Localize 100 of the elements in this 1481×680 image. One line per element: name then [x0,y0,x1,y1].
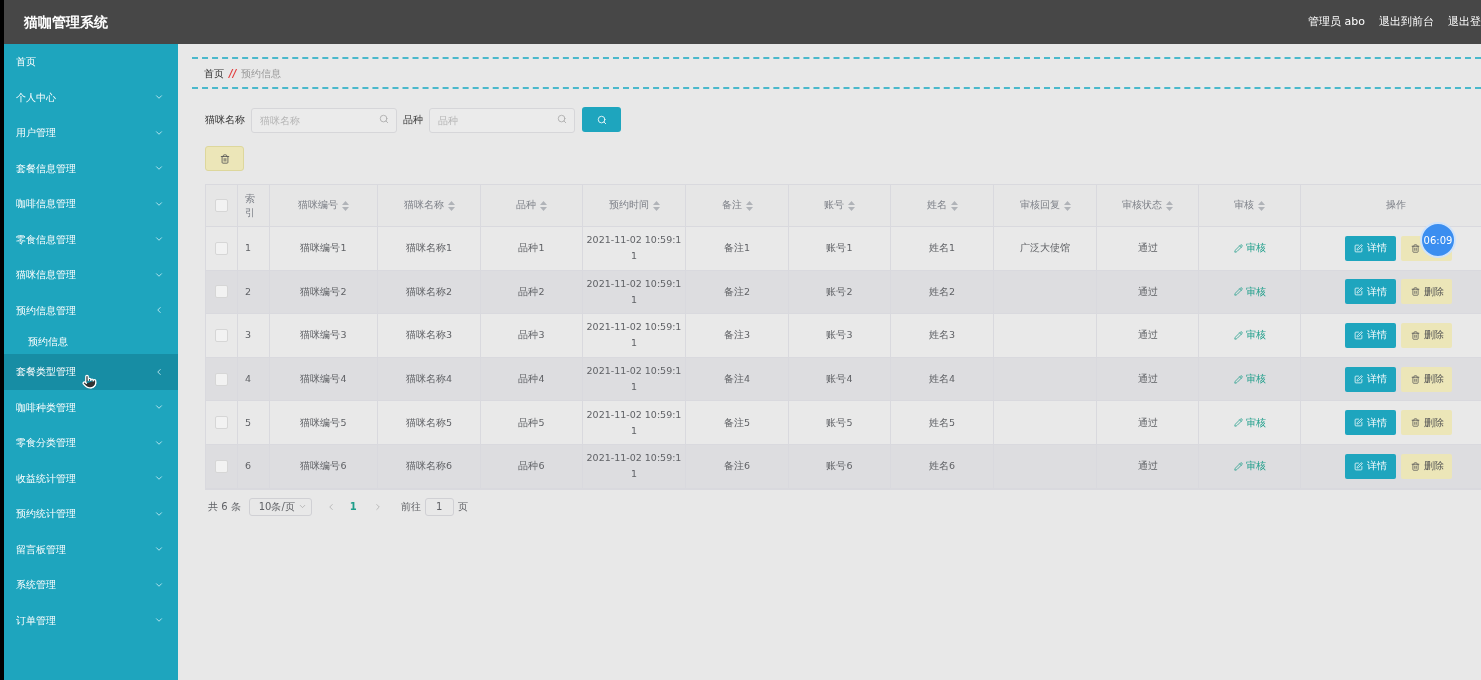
sort-icon[interactable] [745,200,753,211]
checkbox[interactable] [215,241,228,255]
table-cell-text: 3 [245,328,252,343]
pencil-icon [1233,418,1243,428]
sort-icon[interactable] [447,200,455,211]
table-cell-text: 5 [245,415,252,430]
sidebar-item[interactable]: 用户管理 [4,115,178,151]
column-header: 账号 [824,198,844,213]
sort-icon[interactable] [540,200,547,211]
checkbox[interactable] [215,416,228,430]
checkbox[interactable] [215,329,228,342]
app-title: 猫咖管理系统 [24,12,108,32]
detail-button[interactable]: 详情 [1345,366,1396,392]
sidebar-item[interactable]: 系统管理 [4,567,178,603]
table-cell-text: 2021-11-02 10:59:11 [586,276,682,307]
delete-button[interactable]: 删除 [1401,366,1452,392]
table-cell-text: 品种4 [518,372,545,387]
table-row[interactable]: 3 猫咪编号3 猫咪名称3 品种3 2021-11-02 10:59:11 备注3 账号3 姓名3 通过 审核 详情 删除 [206,314,1481,358]
header-link[interactable]: 退出到前台 [1379,13,1434,31]
table-cell-text: 品种1 [518,241,545,256]
sort-icon[interactable] [1258,200,1265,211]
checkbox[interactable] [215,372,228,386]
table-cell-text: 猫咪编号3 [300,328,347,343]
sidebar-item[interactable]: 留言板管理 [4,531,178,567]
table-cell-text: 姓名5 [928,415,955,430]
table-cell-text: 账号2 [826,284,853,299]
table-row[interactable]: 2 猫咪编号2 猫咪名称2 品种2 2021-11-02 10:59:11 备注2 账号2 姓名2 通过 审核 详情 删除 [206,270,1481,315]
page-input[interactable]: 1 [424,497,454,516]
detail-button[interactable]: 详情 [1345,235,1396,261]
table-cell-text: 备注1 [723,241,750,256]
column-header: 备注 [721,198,742,213]
checkbox[interactable] [215,459,228,473]
sort-icon[interactable] [1166,200,1173,211]
sort-icon[interactable] [1063,200,1071,211]
sidebar-item[interactable]: 零食分类管理 [4,425,178,461]
detail-button[interactable]: 详情 [1345,279,1396,305]
search-button[interactable] [582,107,621,132]
review-link[interactable]: 审核 [1233,459,1266,474]
table-cell-text: 2021-11-02 10:59:11 [586,407,682,438]
sidebar-subitem[interactable]: 预约信息 [4,328,178,354]
sidebar-item[interactable]: 套餐信息管理 [4,150,178,186]
table-cell-text: 姓名3 [928,328,955,343]
column-header: 审核回复 [1019,198,1060,213]
header-link[interactable]: 管理员 abo [1308,13,1365,31]
review-link[interactable]: 审核 [1233,241,1266,256]
review-link[interactable]: 审核 [1233,328,1266,343]
table-row[interactable]: 6 猫咪编号6 猫咪名称6 品种6 2021-11-02 10:59:11 备注6 账号6 姓名6 通过 审核 详情 删除 [206,444,1481,489]
sidebar-item[interactable]: 预约信息管理 [4,292,178,328]
sort-icon[interactable] [848,200,855,211]
table-cell-text: 品种6 [518,459,545,474]
page-size-select[interactable]: 10条/页 [248,497,312,516]
table-cell-text: 猫咪编号1 [300,241,347,256]
page-number[interactable]: 1 [349,499,357,515]
sidebar-item[interactable]: 猫咪信息管理 [4,257,178,293]
table-cell-text: 品种5 [518,415,545,430]
sidebar-item[interactable]: 咖啡信息管理 [4,186,178,222]
sort-icon[interactable] [950,200,958,211]
sort-icon[interactable] [342,200,349,211]
table-cell-text: 账号3 [826,328,853,343]
checkbox[interactable] [215,199,228,212]
field-label: 品种 [403,113,423,127]
sidebar-item[interactable]: 订单管理 [4,602,178,638]
detail-button[interactable]: 详情 [1345,453,1396,479]
review-link[interactable]: 审核 [1233,415,1266,430]
delete-button[interactable] [205,146,244,171]
breadcrumb-current: 预约信息 [241,66,282,81]
pencil-icon [1233,287,1243,297]
sidebar-item[interactable]: 套餐类型管理 [4,354,178,390]
sidebar-item[interactable]: 预约统计管理 [4,496,178,532]
table-cell-text: 2021-11-02 10:59:11 [586,451,682,482]
checkbox[interactable] [215,285,228,299]
delete-button[interactable]: 删除 [1401,323,1452,348]
table-cell-text: 1 [245,241,252,256]
sidebar-item[interactable]: 零食信息管理 [4,221,178,257]
delete-button[interactable]: 删除 [1401,279,1452,305]
column-header: 索引 [245,191,256,220]
table-cell-text: 备注6 [723,459,750,474]
table-cell-text: 通过 [1137,284,1158,299]
breadcrumb-link[interactable]: 首页 [204,65,224,81]
pencil-icon [1233,461,1243,471]
delete-button[interactable]: 删除 [1401,410,1452,436]
sidebar-item[interactable]: 咖啡种类管理 [4,389,178,425]
table-cell-text: 猫咪编号4 [300,372,347,387]
sidebar-item[interactable]: 首页 [4,44,178,80]
goto-label: 前往 [400,500,421,515]
detail-button[interactable]: 详情 [1345,410,1396,436]
table-cell-text: 猫咪编号2 [300,284,347,299]
detail-button[interactable]: 详情 [1345,323,1396,348]
table-cell-text: 猫咪编号6 [300,459,347,474]
sort-icon[interactable] [652,200,660,211]
table-row[interactable]: 5 猫咪编号5 猫咪名称5 品种5 2021-11-02 10:59:11 备注5 账号5 姓名5 通过 审核 详情 删除 [206,401,1481,445]
column-header: 姓名 [926,198,947,213]
sidebar-item[interactable]: 个人中心 [4,79,178,115]
table-row[interactable]: 4 猫咪编号4 猫咪名称4 品种4 2021-11-02 10:59:11 备注4 账号4 姓名4 通过 审核 详情 删除 [206,357,1481,402]
sidebar-item[interactable]: 收益统计管理 [4,460,178,496]
review-link[interactable]: 审核 [1233,371,1266,387]
delete-button[interactable]: 删除 [1401,453,1452,479]
review-link[interactable]: 审核 [1233,284,1266,299]
header-link[interactable]: 退出登 [1448,13,1481,31]
column-header: 品种 [516,198,536,213]
